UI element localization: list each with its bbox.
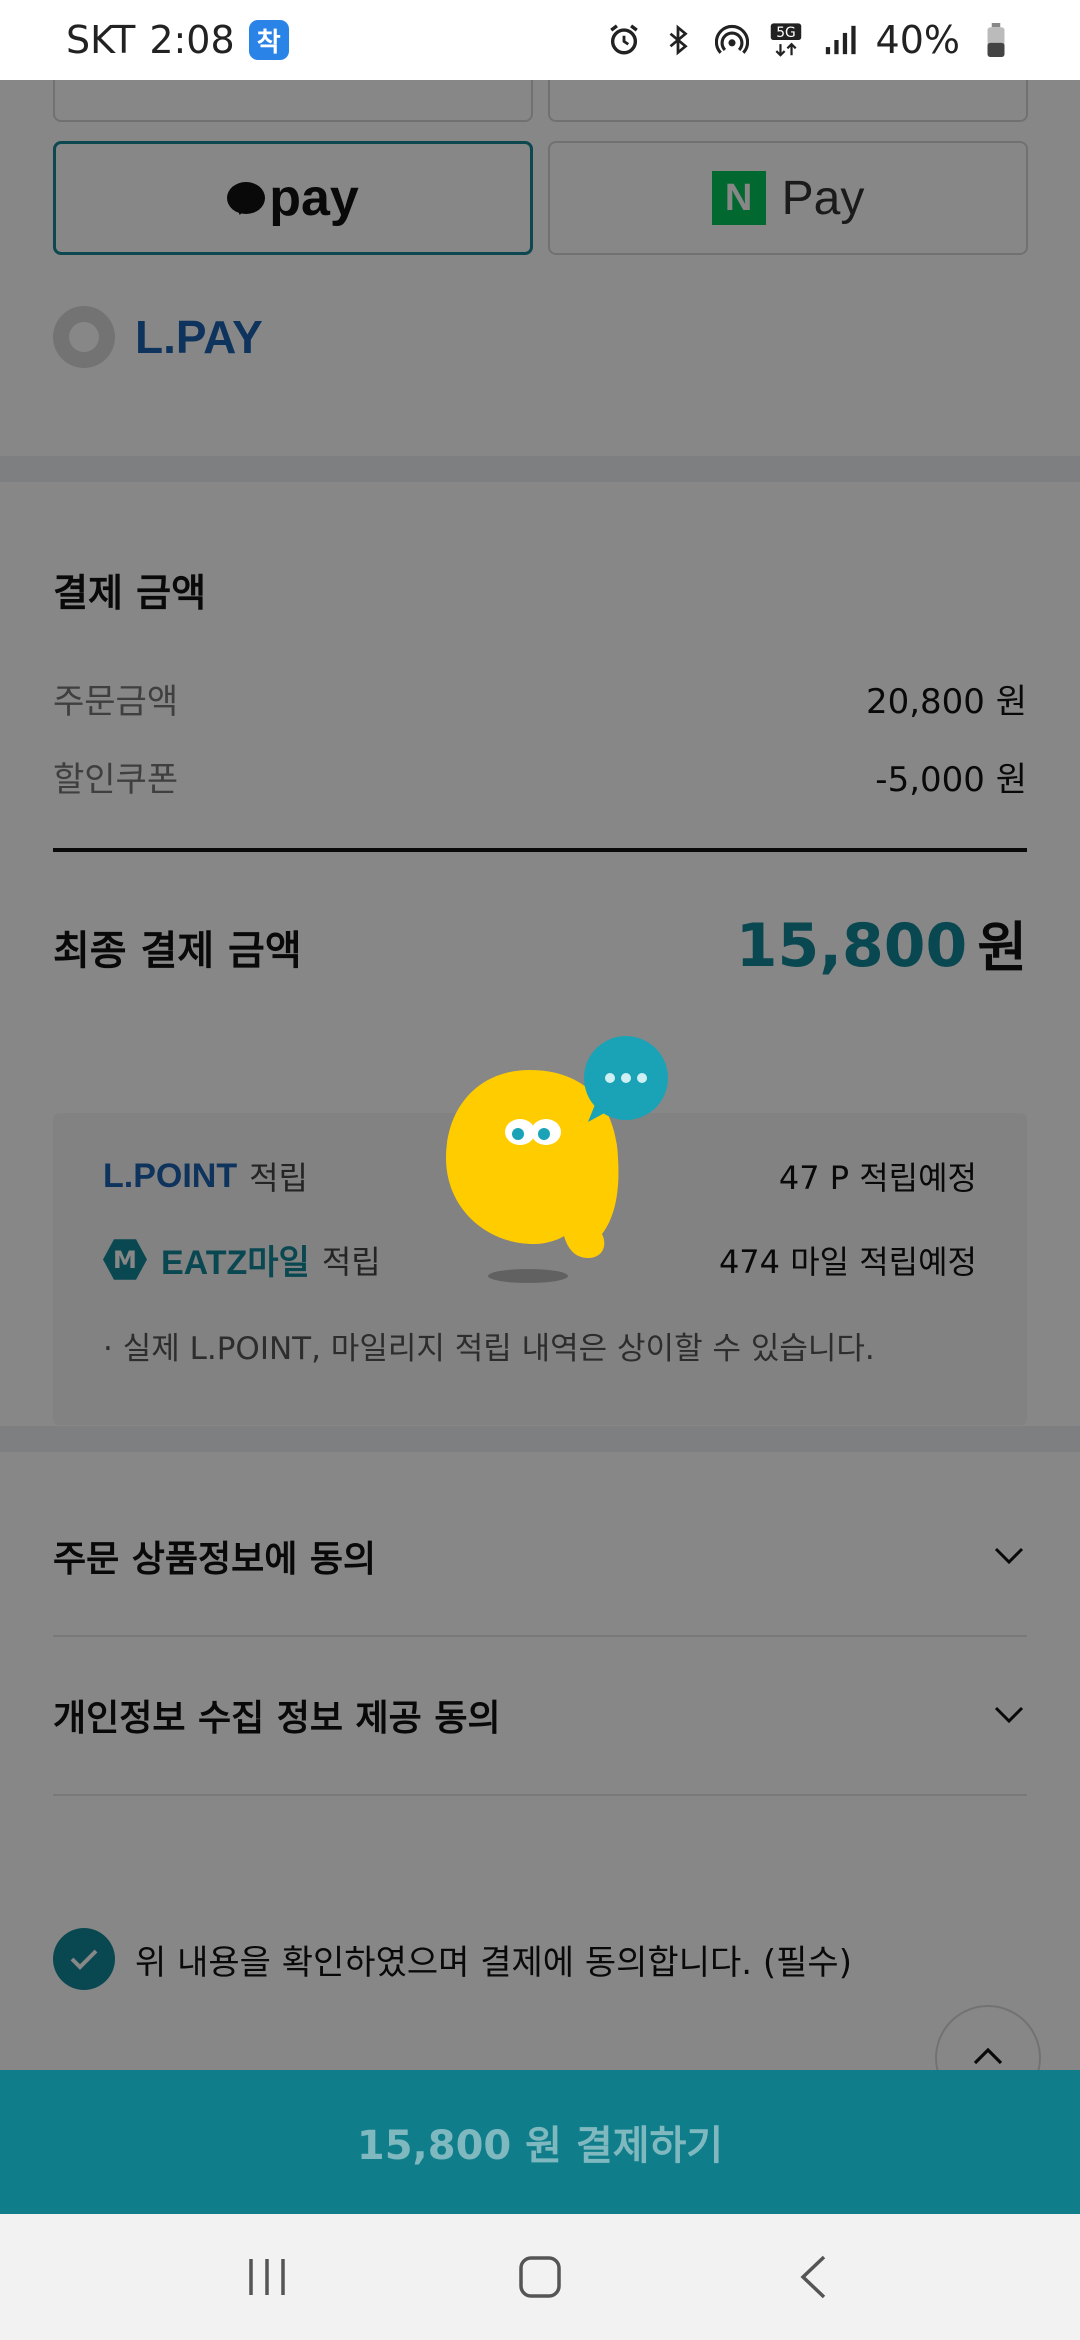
app-notification-icon: 착 [248,20,289,60]
bluetooth-icon [660,22,696,58]
clock: 2:08 [149,18,235,62]
back-icon[interactable] [778,2242,848,2312]
carrier-label: SKT [66,18,136,62]
chatbot-mascot[interactable] [446,1036,676,1286]
recent-apps-icon[interactable] [232,2242,302,2312]
status-left: SKT 2:08 착 [66,18,289,62]
status-right: 5G 40% [606,18,1014,62]
battery-icon [978,22,1014,58]
svg-text:5G: 5G [776,25,796,41]
5g-icon: 5G [768,22,804,58]
pay-submit-button[interactable]: 15,800 원 결제하기 [0,2070,1080,2214]
battery-percent: 40% [875,18,960,62]
home-icon[interactable] [505,2242,575,2312]
alarm-icon [606,22,642,58]
status-bar: SKT 2:08 착 5G 40% [0,0,1080,80]
hotspot-icon [714,22,750,58]
signal-icon [822,22,858,58]
system-nav-bar [0,2214,1080,2340]
